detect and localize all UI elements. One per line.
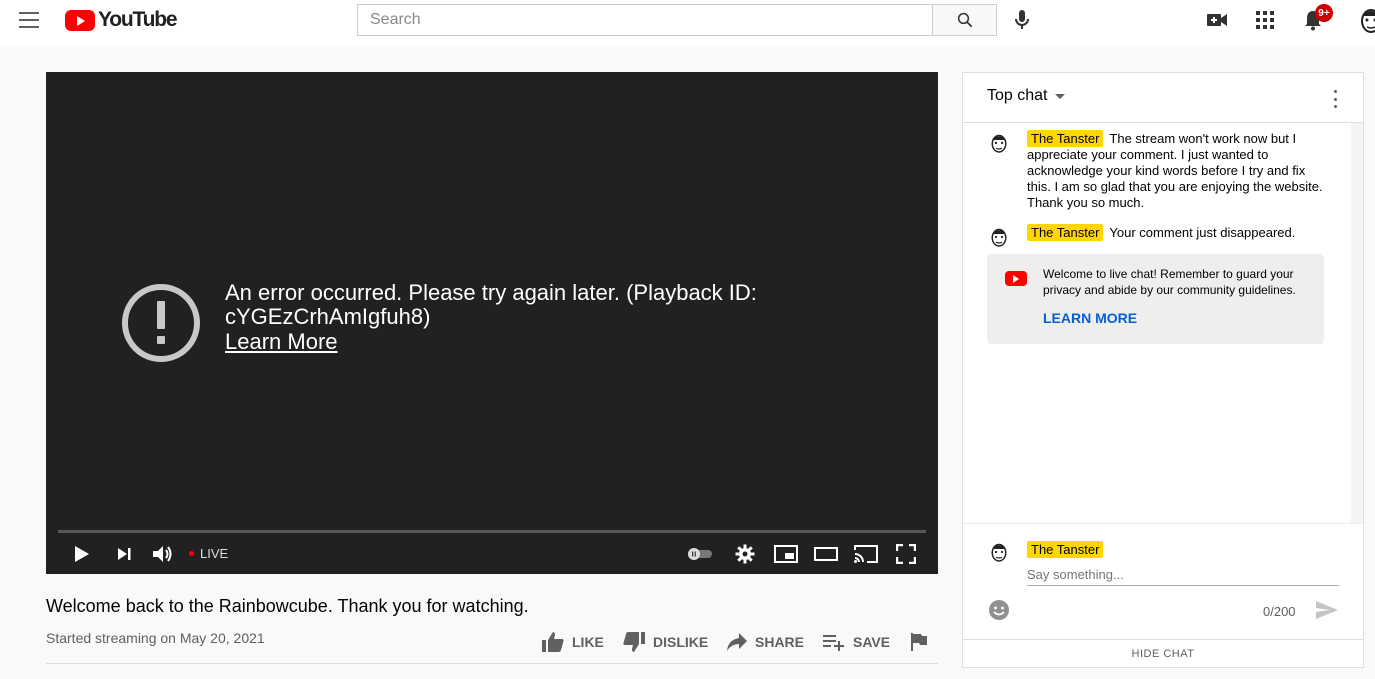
gear-icon [735, 544, 755, 564]
chat-message-text: Your comment just disappeared. [1109, 225, 1296, 240]
video-player[interactable]: An error occurred. Please try again late… [46, 72, 938, 574]
youtube-play-icon [65, 9, 95, 31]
volume-button[interactable] [150, 540, 176, 568]
volume-icon [153, 546, 172, 562]
search-button[interactable] [932, 4, 997, 36]
welcome-text: Welcome to live chat! Remember to guard … [1043, 267, 1296, 297]
chat-message-input[interactable] [1027, 564, 1339, 586]
share-button[interactable]: SHARE [726, 628, 804, 656]
autoplay-toggle-icon [688, 548, 712, 560]
flag-icon [911, 633, 927, 651]
live-dot [189, 551, 194, 556]
chat-author[interactable]: The Tanster [1027, 130, 1104, 147]
voice-search-button[interactable] [1008, 6, 1036, 34]
share-arrow-icon [727, 633, 747, 651]
apps-grid-icon [1256, 11, 1274, 29]
caret-down-icon [1055, 93, 1066, 99]
report-button[interactable] [910, 628, 935, 656]
chat-author[interactable]: The Tanster [1027, 224, 1104, 241]
create-video-button[interactable] [1205, 8, 1229, 32]
search-icon [957, 12, 972, 28]
fullscreen-button[interactable] [894, 540, 918, 568]
avatar[interactable] [987, 225, 1011, 249]
chat-mode-label: Top chat [987, 87, 1048, 104]
dislike-button[interactable]: DISLIKE [622, 628, 708, 656]
video-camera-icon [1207, 14, 1227, 26]
masthead: YouTube 9+ [0, 0, 1375, 46]
menu-icon[interactable] [19, 12, 39, 28]
info-divider [46, 663, 938, 664]
theater-mode-icon [814, 547, 838, 561]
live-chat-panel: Top chat The Tanster The stream won't wor… [962, 72, 1364, 668]
search-input[interactable] [358, 5, 933, 35]
search-box [357, 4, 933, 36]
share-label: SHARE [755, 634, 805, 650]
error-learn-more-link[interactable]: Learn More [225, 329, 338, 355]
welcome-banner: Welcome to live chat! Remember to guard … [987, 254, 1324, 344]
progress-bar[interactable] [58, 530, 926, 533]
theater-mode-button[interactable] [812, 540, 840, 568]
chat-scrollbar[interactable] [1351, 123, 1363, 523]
video-date: Started streaming on May 20, 2021 [46, 630, 265, 646]
youtube-logo-icon [1005, 271, 1027, 286]
avatar-face-icon [987, 131, 1011, 155]
playlist-add-icon [823, 635, 844, 651]
autoplay-toggle[interactable] [685, 540, 715, 568]
chat-message-body: The Tanster The stream won't work now but… [1027, 130, 1327, 211]
chat-mode-dropdown[interactable]: Top chat [987, 87, 1066, 105]
miniplayer-icon [774, 545, 798, 563]
play-button[interactable] [70, 540, 94, 568]
like-label: LIKE [572, 634, 604, 650]
logo-text: YouTube [98, 8, 178, 31]
character-counter: 0/200 [1263, 604, 1296, 619]
thumbs-up-icon [542, 632, 564, 652]
welcome-learn-more-link[interactable]: LEARN MORE [1043, 310, 1137, 326]
video-title: Welcome back to the Rainbowcube. Thank y… [46, 596, 529, 616]
live-label: LIVE [200, 546, 229, 561]
fullscreen-icon [896, 544, 916, 564]
avatar-face-icon [987, 225, 1011, 249]
save-button[interactable]: SAVE [822, 628, 890, 656]
thumbs-down-icon [623, 632, 645, 652]
skip-next-icon [118, 548, 131, 560]
dislike-label: DISLIKE [653, 634, 709, 650]
live-indicator[interactable]: LIVE [189, 546, 228, 561]
chat-input-area: The Tanster 0/200 [963, 523, 1363, 643]
emoji-icon[interactable] [987, 598, 1011, 622]
avatar-face-icon [987, 540, 1011, 564]
avatar[interactable] [987, 131, 1011, 155]
error-message: An error occurred. Please try again late… [225, 280, 757, 329]
like-button[interactable]: LIKE [541, 628, 604, 656]
next-button[interactable] [112, 540, 136, 568]
cast-button[interactable] [851, 540, 881, 568]
chat-message-body: The Tanster Your comment just disappeared… [1027, 224, 1327, 241]
miniplayer-button[interactable] [772, 540, 800, 568]
input-author: The Tanster [1027, 541, 1104, 558]
play-icon [75, 546, 89, 562]
chat-header: Top chat [963, 73, 1363, 123]
account-avatar[interactable] [1355, 4, 1375, 36]
more-options-icon[interactable] [1325, 89, 1345, 109]
avatar-face-icon [1355, 4, 1375, 36]
send-icon[interactable] [1315, 600, 1339, 620]
notifications-badge: 9+ [1315, 4, 1333, 22]
apps-button[interactable] [1253, 8, 1277, 32]
save-label: SAVE [853, 634, 891, 650]
cast-icon [854, 545, 878, 563]
microphone-icon [1015, 10, 1029, 29]
error-exclamation-icon [122, 284, 200, 362]
hide-chat-button[interactable]: HIDE CHAT [963, 639, 1363, 667]
settings-button[interactable] [733, 540, 757, 568]
youtube-logo[interactable]: YouTube [65, 8, 178, 31]
avatar [987, 540, 1011, 564]
